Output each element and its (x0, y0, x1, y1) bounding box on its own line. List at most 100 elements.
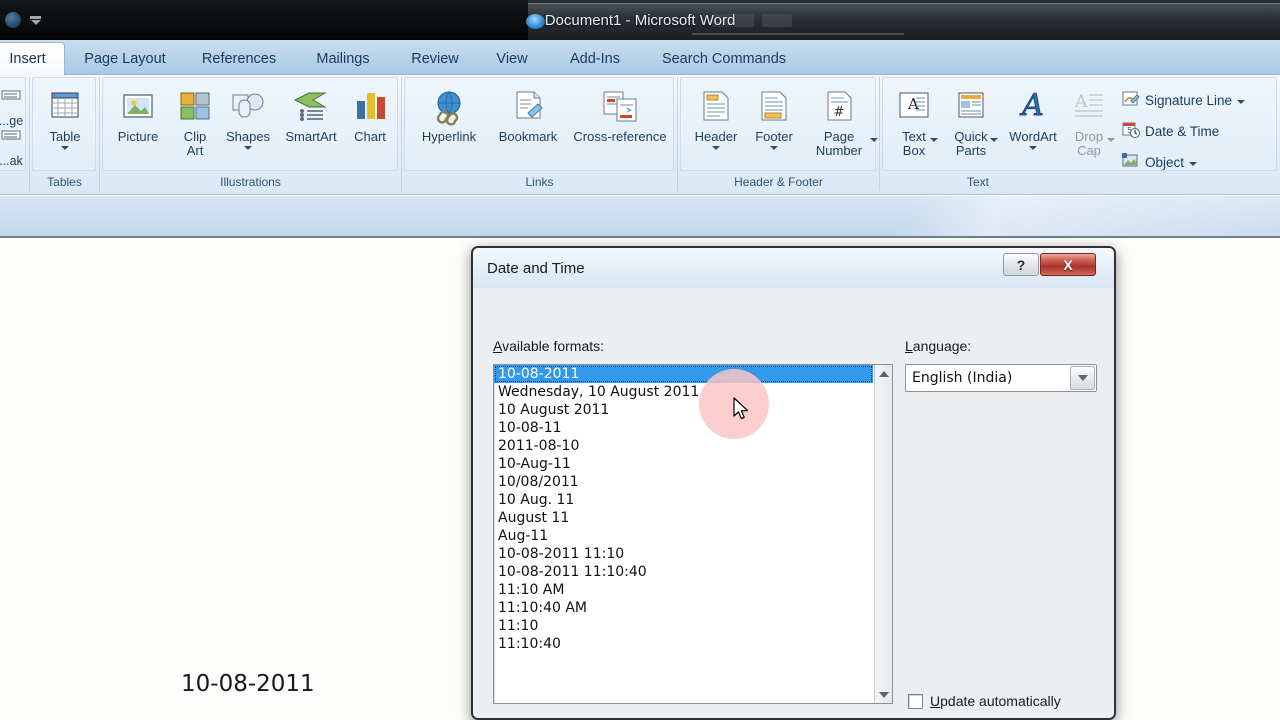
cross-reference-icon (600, 87, 640, 127)
ribbon-item-label: Footer (755, 129, 793, 144)
list-item[interactable]: 11:10 AM (494, 581, 873, 599)
chevron-down-icon[interactable] (1070, 366, 1095, 390)
tab-insert[interactable]: Insert (0, 42, 65, 75)
list-item[interactable]: August 11 (494, 509, 873, 527)
ribbon-item-drop-cap[interactable]: A Drop Cap (1064, 87, 1115, 158)
shapes-icon (228, 87, 268, 127)
listbox-scrollbar[interactable] (874, 365, 892, 703)
list-item[interactable]: 10-08-11 (494, 419, 873, 437)
chevron-down-icon[interactable] (930, 138, 938, 142)
ribbon-item-page-number[interactable]: # Page Number (802, 87, 878, 158)
format-list[interactable]: 10-08-2011 Wednesday, 10 August 2011 10 … (494, 365, 873, 653)
ribbon-item-label: ...ge (0, 114, 24, 128)
chevron-down-icon[interactable] (770, 146, 778, 150)
chevron-down-icon[interactable] (990, 138, 998, 142)
list-item[interactable]: Aug-11 (494, 527, 873, 545)
tab-add-ins[interactable]: Add-Ins (552, 42, 638, 75)
scroll-down-icon[interactable] (875, 686, 892, 703)
page-break-icon-2 (0, 129, 22, 151)
list-item[interactable]: 10 August 2011 (494, 401, 873, 419)
list-item[interactable]: Wednesday, 10 August 2011 (494, 383, 873, 401)
language-label-rest: anguage: (912, 338, 972, 354)
available-formats-listbox[interactable]: 10-08-2011 Wednesday, 10 August 2011 10 … (493, 364, 893, 704)
ribbon-item-bookmark[interactable]: Bookmark (488, 87, 568, 144)
list-item[interactable]: 11:10:40 AM (494, 599, 873, 617)
language-combobox[interactable]: English (India) (905, 364, 1097, 392)
ribbon-item-table[interactable]: Table (40, 87, 90, 150)
list-item[interactable]: 10-Aug-11 (494, 455, 873, 473)
update-automatically-checkbox[interactable] (908, 693, 923, 709)
ribbon-item-clip-art[interactable]: Clip Art (172, 87, 218, 158)
ribbon-group-label-text: Text (966, 175, 989, 189)
chevron-down-icon[interactable] (1107, 138, 1115, 142)
ribbon-item-label: Quick Parts (954, 129, 988, 158)
language-label: Language: (905, 338, 972, 354)
update-automatically-label: Update automatically (930, 693, 1061, 709)
ribbon-group-label-illustrations: Illustrations (220, 175, 281, 189)
ribbon-item-shapes[interactable]: Shapes (220, 87, 276, 150)
ribbon-item-header[interactable]: Header (686, 87, 746, 150)
ribbon-item-smartart[interactable]: SmartArt (278, 87, 344, 144)
list-item[interactable]: 11:10 (494, 617, 873, 635)
hyperlink-icon (429, 87, 469, 127)
ribbon-item-picture[interactable]: Picture (108, 87, 168, 144)
chevron-down-icon[interactable] (1237, 99, 1246, 104)
chevron-down-icon[interactable] (61, 146, 69, 150)
tab-view[interactable]: View (482, 42, 542, 75)
svg-text:A: A (1019, 88, 1044, 123)
chevron-down-icon[interactable] (1189, 161, 1198, 166)
ribbon-item-hyperlink[interactable]: Hyperlink (410, 87, 488, 144)
update-automatically-row[interactable]: Update automatically (908, 693, 1061, 709)
scroll-up-icon[interactable] (875, 365, 892, 382)
tab-page-layout[interactable]: Page Layout (70, 42, 180, 75)
ribbon-item-date-time[interactable]: 5 Date & Time (1122, 121, 1219, 142)
ribbon-item-label: Bookmark (498, 129, 558, 144)
bookmark-icon (508, 87, 548, 127)
ribbon-item-signature-line[interactable]: Signature Line (1122, 90, 1246, 111)
list-item[interactable]: 10/08/2011 (494, 473, 873, 491)
language-value: English (India) (912, 370, 1013, 386)
svg-text:A: A (1074, 92, 1088, 112)
ribbon-item-label: WordArt (1009, 129, 1057, 144)
signature-line-icon (1122, 90, 1140, 111)
table-icon (45, 87, 85, 127)
picture-icon (118, 87, 158, 127)
ribbon-item-object[interactable]: Object (1122, 152, 1198, 173)
list-item[interactable]: 10-08-2011 11:10:40 (494, 563, 873, 581)
ribbon-item-page-break-1[interactable]: ...ge (0, 89, 28, 128)
help-button[interactable]: ? (1003, 253, 1039, 276)
ribbon-item-cross-reference[interactable]: Cross-reference (568, 87, 672, 144)
ribbon-item-footer[interactable]: Footer (744, 87, 804, 150)
ribbon-group-illustrations: Picture Clip Art Shapes SmartArt Chart I… (100, 77, 402, 191)
dialog-title-bar[interactable]: Date and Time ? X (473, 248, 1114, 288)
list-item[interactable]: 10-08-2011 11:10 (494, 545, 873, 563)
ribbon-item-wordart[interactable]: A WordArt (1002, 87, 1064, 150)
chevron-down-icon[interactable] (712, 146, 720, 150)
document-line-1: 10-08-2011 (181, 671, 315, 697)
ribbon-item-text-box[interactable]: A Text Box (888, 87, 940, 158)
text-box-icon: A (894, 87, 934, 127)
title-bar: Document1 - Microsoft Word (0, 0, 1280, 40)
tab-review[interactable]: Review (398, 42, 472, 75)
header-icon (696, 87, 736, 127)
tab-references[interactable]: References (186, 42, 292, 75)
list-item[interactable]: 10-08-2011 (494, 365, 873, 383)
ruler-band (0, 196, 1280, 238)
footer-icon (754, 87, 794, 127)
ribbon-item-label: Table (49, 129, 81, 144)
chevron-down-icon[interactable] (244, 146, 252, 150)
chevron-down-icon[interactable] (1029, 146, 1037, 150)
title-underline (692, 33, 904, 35)
ribbon-item-page-break-2[interactable]: ...ak (0, 129, 28, 168)
chevron-down-icon[interactable] (870, 138, 878, 142)
ribbon-item-chart[interactable]: Chart (346, 87, 394, 144)
list-item[interactable]: 2011-08-10 (494, 437, 873, 455)
ribbon-group-label-links: Links (525, 175, 554, 189)
ribbon-item-quick-parts[interactable]: Quick Parts (942, 87, 1000, 158)
close-button[interactable]: X (1040, 253, 1096, 276)
list-item[interactable]: 11:10:40 (494, 635, 873, 653)
tab-mailings[interactable]: Mailings (296, 42, 390, 75)
ribbon-item-label: Text Box (902, 129, 926, 158)
list-item[interactable]: 10 Aug. 11 (494, 491, 873, 509)
tab-search-commands[interactable]: Search Commands (644, 42, 804, 75)
